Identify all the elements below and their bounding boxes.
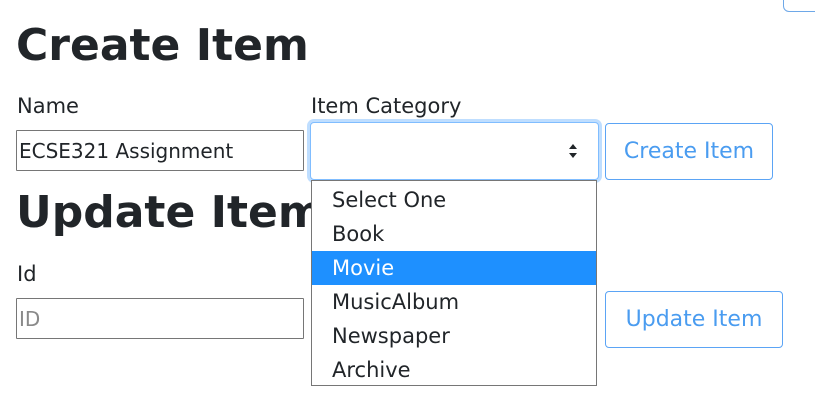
dropdown-option-archive[interactable]: Archive: [312, 353, 596, 387]
dropdown-option-newspaper[interactable]: Newspaper: [312, 319, 596, 353]
select-arrows-icon: [569, 144, 577, 158]
partial-button-edge[interactable]: [783, 0, 815, 12]
name-input[interactable]: [16, 130, 304, 171]
app-page: Create Item Name Item Category Create It…: [0, 0, 815, 406]
dropdown-option-select-one[interactable]: Select One: [312, 183, 596, 217]
item-category-label: Item Category: [311, 94, 462, 118]
create-item-button[interactable]: Create Item: [605, 123, 773, 180]
update-item-heading: Update Item: [16, 187, 324, 238]
item-category-select[interactable]: [310, 122, 599, 180]
dropdown-option-book[interactable]: Book: [312, 217, 596, 251]
dropdown-option-musicalbum[interactable]: MusicAlbum: [312, 285, 596, 319]
id-input[interactable]: [16, 298, 304, 339]
dropdown-option-movie[interactable]: Movie: [312, 251, 596, 285]
update-item-button[interactable]: Update Item: [605, 291, 783, 348]
name-label: Name: [17, 94, 79, 118]
create-item-heading: Create Item: [16, 20, 309, 71]
item-category-dropdown-list[interactable]: Select One Book Movie MusicAlbum Newspaper Ar…: [311, 180, 597, 386]
id-label: Id: [17, 262, 37, 286]
